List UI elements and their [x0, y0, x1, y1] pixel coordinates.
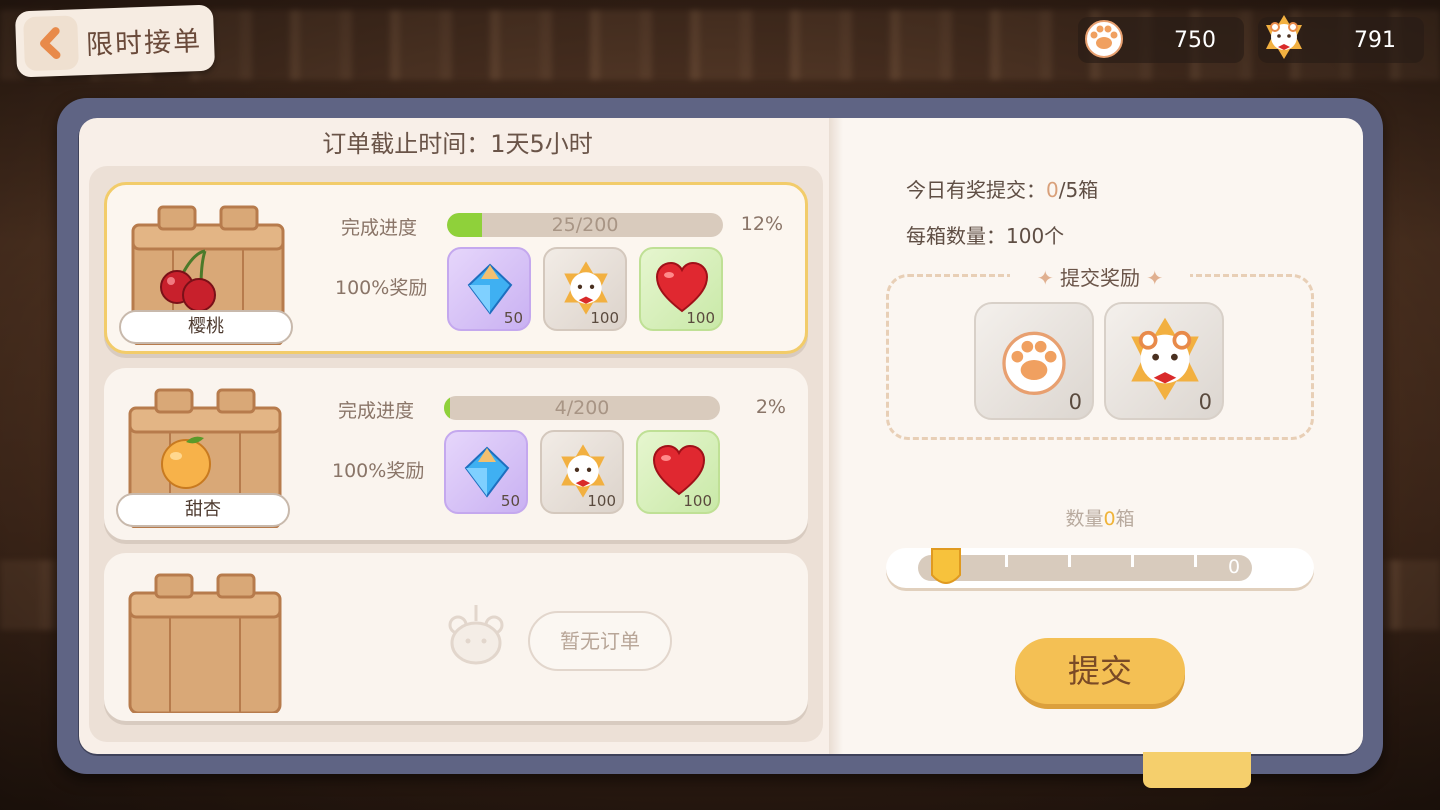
slider-tick — [1068, 555, 1071, 567]
submit-reward-bear-medal[interactable]: 0 — [1104, 302, 1224, 420]
reward-qty: 100 — [587, 492, 616, 510]
quantity-slider-bar[interactable] — [918, 555, 1252, 581]
progress-percent: 2% — [755, 396, 786, 418]
paw-currency: 750 — [1078, 17, 1244, 63]
progress-bar: 25/200 — [447, 213, 723, 237]
progress-label: 完成进度 — [341, 217, 418, 239]
reward-qty: 100 — [686, 309, 715, 327]
reward-diamond[interactable]: 50 — [447, 247, 531, 331]
submit-quantity-label: 数量0箱 — [886, 504, 1314, 531]
bear-medal-icon — [1266, 15, 1302, 59]
paw-icon — [1085, 20, 1123, 58]
fruit-label: 樱桃 — [119, 310, 293, 344]
medal-currency: 791 — [1258, 15, 1424, 63]
qty-suffix: 箱 — [1115, 508, 1135, 530]
bear-medal-icon — [1131, 317, 1199, 401]
per-box-quantity: 每箱数量：100个 — [906, 224, 1065, 248]
reward-bear-medal[interactable]: 100 — [540, 430, 624, 514]
slider-tick — [1005, 555, 1008, 567]
submit-reward-qty: 0 — [1068, 390, 1082, 414]
daily-submit-status: 今日有奖提交：0/5箱 — [906, 174, 1098, 203]
daily-submit-total: /5箱 — [1058, 178, 1099, 202]
fruit-label: 甜杏 — [116, 493, 290, 527]
reward-label: 100%奖励 — [335, 277, 428, 299]
book-spine — [829, 118, 843, 754]
reward-qty: 100 — [683, 492, 712, 510]
progress-text: 25/200 — [551, 214, 619, 236]
empty-order-slot: 暂无订单 — [104, 553, 808, 721]
empty-order-text: 暂无订单 — [528, 611, 672, 671]
slider-handle[interactable] — [928, 545, 964, 591]
submit-button[interactable]: 提交 — [1015, 638, 1185, 704]
sparkle-icon: ✦ — [1036, 266, 1054, 290]
progress-text: 4/200 — [554, 397, 610, 419]
reward-diamond[interactable]: 50 — [444, 430, 528, 514]
qty-value: 0 — [1103, 508, 1116, 530]
qty-prefix: 数量 — [1065, 508, 1104, 530]
submit-reward-title-text: 提交奖励 — [1060, 266, 1140, 290]
submit-reward-qty: 0 — [1198, 390, 1212, 414]
submit-reward-box — [886, 274, 1314, 440]
reward-qty: 100 — [590, 309, 619, 327]
back-arrow-icon — [23, 15, 79, 72]
reward-heart[interactable]: 100 — [639, 247, 723, 331]
progress-bar: 4/200 — [444, 396, 720, 420]
reward-bear-medal[interactable]: 100 — [543, 247, 627, 331]
paw-currency-value: 750 — [1174, 27, 1216, 53]
page-title: 限时接单 — [85, 25, 203, 61]
order-card-apricot[interactable]: 甜杏 完成进度 4/200 2% 100%奖励 50 100 100 — [104, 368, 808, 540]
order-deadline: 订单截止时间：1天5小时 — [322, 130, 593, 158]
bookmark — [1143, 752, 1251, 788]
medal-currency-value: 791 — [1354, 27, 1396, 53]
submit-reward-title: ✦ 提交奖励 ✦ — [1010, 262, 1190, 291]
progress-percent: 12% — [740, 213, 783, 235]
daily-submit-done: 0 — [1046, 178, 1059, 202]
slider-tick — [1131, 555, 1134, 567]
reward-qty: 50 — [500, 492, 520, 510]
reward-label: 100%奖励 — [332, 460, 425, 482]
back-button[interactable]: 限时接单 — [14, 4, 216, 78]
reward-heart[interactable]: 100 — [636, 430, 720, 514]
paw-icon — [1002, 331, 1066, 395]
sparkle-icon: ✦ — [1146, 266, 1164, 290]
daily-submit-label: 今日有奖提交： — [906, 178, 1046, 202]
slider-value: 0 — [1228, 556, 1241, 578]
order-card-cherry[interactable]: 樱桃 完成进度 25/200 12% 100%奖励 50 100 100 — [104, 182, 808, 354]
apricot-icon — [161, 436, 211, 489]
crate-icon — [128, 573, 282, 713]
reward-qty: 50 — [503, 309, 523, 327]
cherry-icon — [160, 249, 216, 312]
submit-reward-paw[interactable]: 0 — [974, 302, 1094, 420]
bear-mascot-icon — [448, 605, 504, 665]
slider-tick — [1194, 555, 1197, 567]
progress-label: 完成进度 — [338, 400, 415, 422]
